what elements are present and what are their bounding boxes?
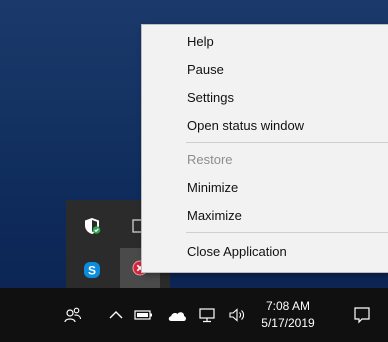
menu-item-maximize[interactable]: Maximize — [142, 203, 388, 227]
taskbar: 7:08 AM 5/17/2019 — [0, 288, 388, 342]
taskbar-clock[interactable]: 7:08 AM 5/17/2019 — [258, 298, 318, 332]
menu-item-restore: Restore — [187, 151, 233, 167]
clock-time: 7:08 AM — [265, 299, 311, 313]
menu-item-close-application[interactable]: Close Application — [142, 239, 388, 263]
menu-item-open-status-window[interactable]: Open status window — [142, 113, 388, 137]
menu-item-help[interactable]: Help — [142, 29, 388, 53]
volume-icon[interactable] — [224, 288, 250, 342]
menu-item-pause[interactable]: Pause — [142, 57, 388, 81]
notifications-icon[interactable] — [344, 288, 380, 342]
onedrive-cloud-icon[interactable] — [164, 288, 190, 342]
menu-separator — [186, 232, 388, 233]
battery-icon[interactable] — [132, 288, 156, 342]
people-icon[interactable] — [56, 288, 90, 342]
skype-icon[interactable]: S — [72, 250, 112, 290]
chevron-up-icon[interactable] — [104, 288, 128, 342]
windows-security-icon[interactable] — [72, 206, 112, 246]
svg-text:S: S — [88, 264, 96, 278]
clock-date: 5/17/2019 — [261, 316, 315, 330]
menu-item-minimize[interactable]: Minimize — [142, 175, 388, 199]
tray-context-menu: Help Pause Settings Open status window R… — [141, 24, 388, 273]
network-icon[interactable] — [194, 288, 220, 342]
menu-item-settings[interactable]: Settings — [142, 85, 388, 109]
menu-separator — [186, 142, 388, 143]
